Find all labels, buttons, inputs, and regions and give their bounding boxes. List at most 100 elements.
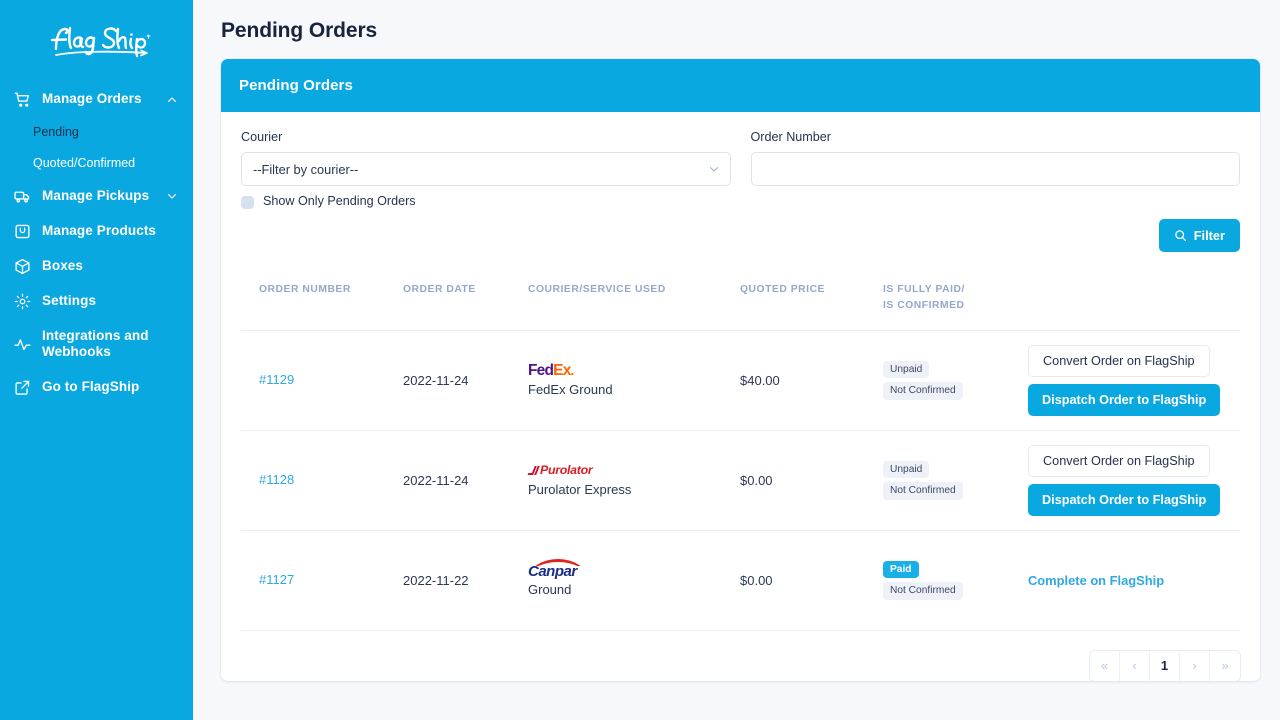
main-content: Pending Orders Pending Orders Courier --… bbox=[193, 0, 1280, 720]
order-number-cell: #1127 bbox=[241, 571, 403, 589]
bag-icon bbox=[14, 223, 31, 240]
sidebar-item-label: Manage Products bbox=[42, 223, 179, 240]
sidebar: Manage Orders Pending Quoted/Confirmed M… bbox=[0, 0, 193, 720]
courier-cell: Purolator Purolator Express bbox=[528, 462, 740, 499]
purolator-mark-icon bbox=[528, 466, 538, 475]
courier-service-name: Ground bbox=[528, 582, 740, 599]
quoted-price-cell: $0.00 bbox=[740, 573, 883, 588]
orders-table: ORDER NUMBER ORDER DATE COURIER/SERVICE … bbox=[241, 268, 1240, 631]
pagination-first-button[interactable]: « bbox=[1090, 651, 1120, 681]
pagination-next-button[interactable]: › bbox=[1180, 651, 1210, 681]
show-only-pending-row[interactable]: Show Only Pending Orders bbox=[241, 193, 431, 211]
status-badge-confirmed: Not Confirmed bbox=[883, 382, 963, 400]
status-badge-paid: Unpaid bbox=[883, 361, 929, 379]
sidebar-item-boxes[interactable]: Boxes bbox=[0, 249, 193, 284]
canpar-logo: Canpar bbox=[528, 562, 740, 579]
sidebar-item-label: Boxes bbox=[42, 258, 179, 275]
page-title: Pending Orders bbox=[221, 0, 1260, 59]
search-icon bbox=[1174, 229, 1187, 242]
status-cell: Unpaid Not Confirmed bbox=[883, 461, 1028, 500]
filter-button[interactable]: Filter bbox=[1159, 219, 1240, 252]
filter-button-row: Filter bbox=[241, 219, 1240, 252]
actions-cell: Complete on FlagShip bbox=[1028, 573, 1240, 588]
dispatch-order-button[interactable]: Dispatch Order to FlagShip bbox=[1028, 484, 1220, 516]
order-number-input[interactable] bbox=[751, 152, 1241, 186]
gear-icon bbox=[14, 293, 31, 310]
order-number-label: Order Number bbox=[751, 130, 1241, 144]
quoted-price-cell: $40.00 bbox=[740, 373, 883, 388]
sidebar-item-manage-products[interactable]: Manage Products bbox=[0, 214, 193, 249]
pagination-row: « ‹ 1 › » bbox=[241, 631, 1240, 681]
canpar-swoosh-icon bbox=[529, 559, 587, 566]
sidebar-item-integrations-and-webhooks[interactable]: Integrations and Webhooks bbox=[0, 319, 193, 371]
order-date-cell: 2022-11-24 bbox=[403, 373, 528, 388]
sidebar-item-settings[interactable]: Settings bbox=[0, 284, 193, 319]
show-only-pending-label: Show Only Pending Orders bbox=[263, 193, 416, 211]
courier-cell: FedEx. FedEx Ground bbox=[528, 362, 740, 399]
sidebar-item-pending[interactable]: Pending bbox=[0, 117, 193, 148]
sidebar-item-label: Settings bbox=[42, 293, 179, 310]
table-row: #1128 2022-11-24 Purolator bbox=[241, 431, 1240, 531]
fedex-logo-part2: Ex bbox=[553, 362, 570, 379]
order-number-filter-group: Order Number bbox=[751, 130, 1241, 211]
fedex-logo-part1: Fed bbox=[528, 362, 553, 379]
sidebar-item-manage-pickups[interactable]: Manage Pickups bbox=[0, 179, 193, 214]
status-cell: Paid Not Confirmed bbox=[883, 561, 1028, 600]
dispatch-order-button[interactable]: Dispatch Order to FlagShip bbox=[1028, 384, 1220, 416]
pagination-prev-button[interactable]: ‹ bbox=[1120, 651, 1150, 681]
truck-icon bbox=[14, 188, 31, 205]
purolator-logo-word: Purolator bbox=[540, 464, 592, 476]
pagination-page-1[interactable]: 1 bbox=[1150, 651, 1180, 681]
sidebar-nav: Manage Orders Pending Quoted/Confirmed M… bbox=[0, 82, 193, 405]
status-badge-paid: Paid bbox=[883, 561, 919, 579]
status-badge-confirmed: Not Confirmed bbox=[883, 482, 963, 500]
quoted-price-cell: $0.00 bbox=[740, 473, 883, 488]
sidebar-item-label: Manage Pickups bbox=[42, 188, 154, 205]
actions-cell: Convert Order on FlagShip Dispatch Order… bbox=[1028, 445, 1240, 516]
complete-on-flagship-link[interactable]: Complete on FlagShip bbox=[1028, 573, 1164, 588]
order-number-link[interactable]: #1127 bbox=[259, 572, 294, 587]
column-header-order-date: ORDER DATE bbox=[403, 282, 528, 298]
sidebar-item-label: Go to FlagShip bbox=[42, 379, 179, 396]
box-icon bbox=[14, 258, 31, 275]
order-date-cell: 2022-11-24 bbox=[403, 473, 528, 488]
courier-filter-group: Courier --Filter by courier-- Show Only … bbox=[241, 130, 731, 211]
sidebar-item-label: Manage Orders bbox=[42, 91, 154, 108]
column-header-paid-line2: IS CONFIRMED bbox=[883, 298, 1028, 314]
convert-order-button[interactable]: Convert Order on FlagShip bbox=[1028, 345, 1210, 377]
order-number-cell: #1129 bbox=[241, 371, 403, 389]
app-root: Manage Orders Pending Quoted/Confirmed M… bbox=[0, 0, 1280, 720]
table-row: #1129 2022-11-24 FedEx. FedEx Ground $40… bbox=[241, 331, 1240, 431]
card-title: Pending Orders bbox=[221, 59, 1260, 112]
column-header-quoted-price: QUOTED PRICE bbox=[740, 282, 883, 298]
card-body: Courier --Filter by courier-- Show Only … bbox=[221, 112, 1260, 681]
column-header-paid-line1: IS FULLY PAID/ bbox=[883, 282, 1028, 298]
sidebar-item-label: Integrations and Webhooks bbox=[42, 328, 179, 362]
activity-icon bbox=[14, 336, 31, 353]
column-header-courier: COURIER/SERVICE USED bbox=[528, 282, 740, 298]
courier-service-name: Purolator Express bbox=[528, 482, 740, 499]
courier-select[interactable]: --Filter by courier-- bbox=[241, 152, 731, 186]
chevron-down-icon[interactable] bbox=[165, 189, 179, 203]
chevron-up-icon[interactable] bbox=[165, 93, 179, 107]
order-number-link[interactable]: #1128 bbox=[259, 472, 294, 487]
order-number-link[interactable]: #1129 bbox=[259, 372, 294, 387]
flagship-logo[interactable] bbox=[0, 10, 193, 72]
column-header-paid-confirmed: IS FULLY PAID/ IS CONFIRMED bbox=[883, 282, 1028, 314]
pending-orders-card: Pending Orders Courier --Filter by couri… bbox=[221, 59, 1260, 681]
purolator-logo: Purolator bbox=[528, 462, 740, 479]
courier-service-name: FedEx Ground bbox=[528, 382, 740, 399]
sidebar-item-quoted-confirmed[interactable]: Quoted/Confirmed bbox=[0, 148, 193, 179]
sidebar-item-manage-orders[interactable]: Manage Orders bbox=[0, 82, 193, 117]
table-header-row: ORDER NUMBER ORDER DATE COURIER/SERVICE … bbox=[241, 268, 1240, 331]
sidebar-item-go-to-flagship[interactable]: Go to FlagShip bbox=[0, 370, 193, 405]
courier-cell: Canpar Ground bbox=[528, 562, 740, 599]
convert-order-button[interactable]: Convert Order on FlagShip bbox=[1028, 445, 1210, 477]
show-only-pending-checkbox[interactable] bbox=[241, 196, 254, 209]
pagination-last-button[interactable]: » bbox=[1210, 651, 1240, 681]
filter-row: Courier --Filter by courier-- Show Only … bbox=[241, 130, 1240, 211]
pagination: « ‹ 1 › » bbox=[1090, 651, 1240, 681]
order-date-cell: 2022-11-22 bbox=[403, 573, 528, 588]
status-badge-paid: Unpaid bbox=[883, 461, 929, 479]
order-number-cell: #1128 bbox=[241, 471, 403, 489]
